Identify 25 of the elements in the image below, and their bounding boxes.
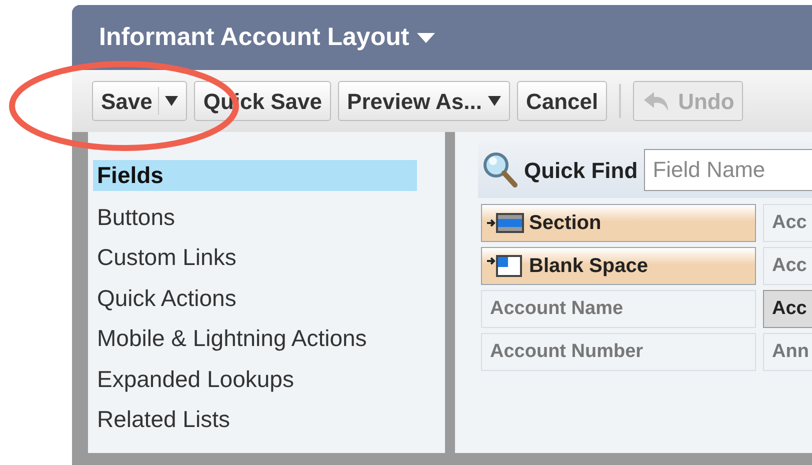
palette-category[interactable]: Buttons	[93, 200, 417, 241]
palette-category[interactable]: Expanded Lookups	[93, 362, 417, 403]
caret-icon[interactable]	[165, 96, 178, 106]
toolbar-button[interactable]: Cancel	[516, 81, 608, 121]
search-field[interactable]: Field Name	[644, 149, 812, 191]
field-item[interactable]: Acc	[763, 247, 812, 285]
field-item[interactable]: Acc	[763, 204, 812, 242]
caret-icon[interactable]	[488, 96, 501, 106]
search-icon	[482, 151, 518, 189]
palette-category[interactable]: Custom Links	[93, 241, 417, 282]
toolbar-button[interactable]: Preview As...	[338, 81, 510, 121]
field-item[interactable]: Ann	[763, 333, 812, 371]
field-item[interactable]: Account Number	[481, 333, 756, 371]
quick-find-label: Quick Find	[524, 156, 638, 184]
palette-category[interactable]: Quick Actions	[93, 282, 417, 322]
palette-category[interactable]: Fields	[93, 160, 417, 191]
blank-space-item[interactable]: Blank Space	[481, 247, 756, 285]
section-icon	[486, 211, 526, 235]
palette-category[interactable]: Related Lists	[93, 403, 417, 444]
toolbar-button[interactable]: Save	[92, 81, 188, 121]
field-item[interactable]: Account Name	[481, 290, 756, 328]
field-item[interactable]: Acc	[763, 290, 812, 328]
section-item[interactable]: Section	[481, 204, 756, 242]
palette-category[interactable]: Mobile & Lightning Actions	[93, 322, 417, 362]
window-title: Informant Account Layout	[99, 22, 410, 53]
